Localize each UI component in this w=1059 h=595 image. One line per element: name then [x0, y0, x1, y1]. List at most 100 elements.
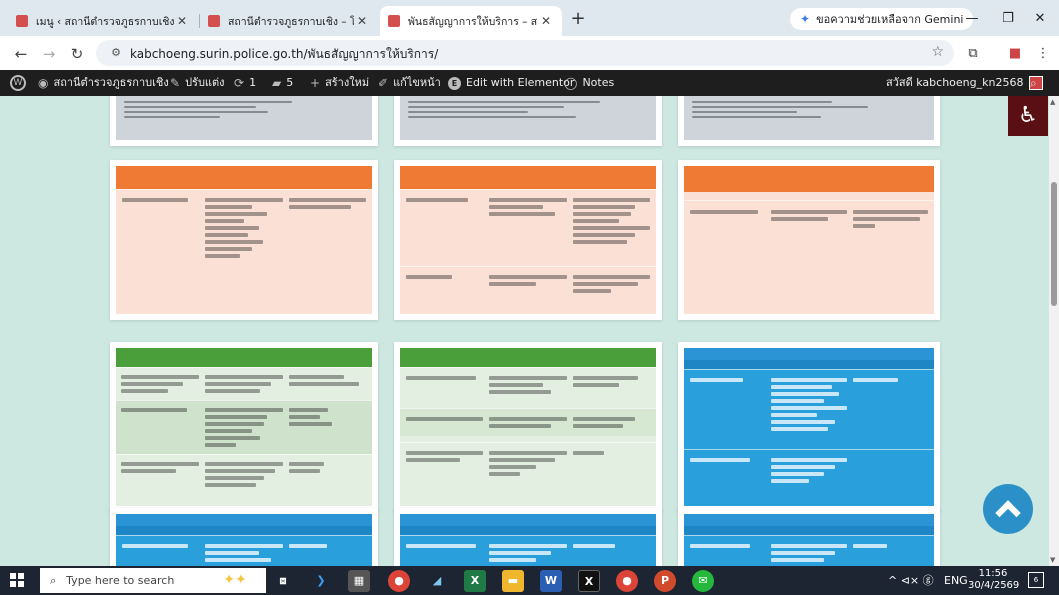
wp-updates[interactable]: ⟳ 1 [234, 70, 256, 96]
browser-tab-2[interactable]: สถานีตำรวจภูธรกาบเชิง – โรงพักเพื่อ ✕ [200, 6, 378, 36]
menu-dots-icon[interactable]: ⋮ [1032, 43, 1054, 65]
site-favicon-icon [16, 15, 28, 27]
accessibility-button[interactable]: ♿ [1008, 96, 1048, 136]
gemini-spark-icon: ✦ [800, 12, 811, 26]
service-table-image [684, 96, 934, 140]
search-icon: ⌕ [50, 573, 57, 587]
forward-arrow-icon[interactable]: → [38, 43, 60, 65]
widgets-sparkle-icon[interactable]: ✦✦ [210, 569, 260, 591]
folder-app-icon[interactable]: ◢ [426, 570, 448, 592]
service-table-card[interactable] [110, 342, 378, 512]
calculator-icon[interactable]: ▦ [348, 570, 370, 592]
service-table-card[interactable] [678, 160, 940, 320]
wp-notes[interactable]: ◯ Notes [564, 70, 614, 96]
gemini-label: ขอความช่วยเหลือจาก Gemini [816, 13, 964, 26]
wordpress-logo-icon: W [10, 75, 26, 91]
minimize-button[interactable]: — [952, 8, 992, 30]
chrome-profile-icon[interactable]: ● [616, 570, 638, 592]
bookmark-star-icon[interactable]: ☆ [931, 44, 944, 60]
wp-comments[interactable]: ▰ 5 [272, 70, 293, 96]
pencil-icon: ✐ [378, 76, 389, 90]
service-table-card[interactable] [394, 96, 662, 146]
notification-center-icon[interactable]: 6 [1028, 572, 1044, 588]
site-name-label: สถานีตำรวจภูธรกาบเชิง [53, 76, 169, 89]
wp-user-account[interactable]: สวัสดี kabchoeng_kn2568 [886, 70, 1044, 96]
dashboard-icon: ◉ [38, 76, 49, 90]
vscode-icon[interactable]: ❯ [310, 570, 332, 592]
service-table-image [684, 348, 934, 506]
wp-search-icon[interactable]: ⌕ [1030, 70, 1042, 96]
new-tab-button[interactable]: + [566, 9, 590, 31]
windows-start-icon[interactable] [10, 573, 24, 587]
comments-count: 5 [286, 76, 294, 89]
notes-bubble-icon: ◯ [564, 76, 578, 90]
x-app-icon[interactable]: X [578, 570, 600, 592]
service-table-card[interactable] [394, 342, 662, 512]
service-table-card[interactable] [678, 508, 940, 566]
notification-count: 6 [1033, 576, 1039, 584]
clock-date: 30/4/2569 [968, 580, 1020, 591]
comment-icon: ▰ [272, 76, 282, 90]
service-table-card[interactable] [110, 96, 378, 146]
new-label: สร้างใหม่ [325, 76, 370, 89]
word-icon[interactable]: W [540, 570, 562, 592]
service-table-image [400, 348, 656, 506]
service-table-image [116, 348, 372, 506]
reading-mode-icon[interactable]: ⧉ [962, 43, 984, 65]
task-view-icon[interactable]: ⧈ [272, 570, 294, 592]
taskbar-clock[interactable]: 11:56 30/4/2569 [968, 568, 1020, 592]
page-content [0, 96, 1049, 566]
reload-icon[interactable]: ↻ [66, 43, 88, 65]
wp-customize[interactable]: ✎ ปรับแต่ง [170, 70, 225, 96]
service-table-card[interactable] [110, 160, 378, 320]
profile-icon[interactable]: ■ [1004, 43, 1026, 65]
browser-tab-1[interactable]: เมนู ‹ สถานีตำรวจภูธรกาบเชิง — W ✕ [8, 6, 198, 36]
wp-logo-menu[interactable]: W [10, 70, 30, 96]
plus-icon: + [310, 76, 321, 90]
wp-edit-elementor[interactable]: E Edit with Elementor [448, 70, 574, 96]
close-tab-icon[interactable]: ✕ [174, 14, 190, 28]
gemini-button[interactable]: ✦ ขอความช่วยเหลือจาก Gemini [790, 8, 974, 30]
tab-title: สถานีตำรวจภูธรกาบเชิง – โรงพักเพื่อ [228, 15, 354, 28]
service-table-image [116, 96, 372, 140]
site-info-icon[interactable]: ⚙ [108, 45, 124, 61]
url-text[interactable]: kabchoeng.surin.police.go.th/พันธสัญญากา… [130, 45, 438, 64]
updates-count: 1 [249, 76, 257, 89]
back-arrow-icon[interactable]: ← [10, 43, 32, 65]
powerpoint-icon[interactable]: P [654, 570, 676, 592]
scroll-down-arrow-icon[interactable]: ▼ [1050, 556, 1055, 564]
edit-page-label: แก้ไขหน้า [393, 76, 441, 89]
system-tray-icons[interactable]: ^ ⊲× ⓖ [888, 566, 934, 595]
browser-tab-active[interactable]: พันธสัญญาการให้บริการ – สถานีตำรว ✕ [380, 6, 562, 36]
close-tab-icon[interactable]: ✕ [354, 14, 370, 28]
service-table-image [400, 96, 656, 140]
line-icon[interactable]: ✉ [692, 570, 714, 592]
service-table-card[interactable] [394, 160, 662, 320]
user-greeting: สวัสดี kabchoeng_kn2568 [886, 76, 1024, 89]
service-table-card[interactable] [678, 96, 940, 146]
file-explorer-icon[interactable]: ▬ [502, 570, 524, 592]
scroll-up-arrow-icon[interactable]: ▲ [1050, 98, 1055, 106]
wp-new-content[interactable]: + สร้างใหม่ [310, 70, 369, 96]
service-table-image [684, 166, 934, 314]
service-table-image [400, 166, 656, 314]
close-tab-icon[interactable]: ✕ [538, 14, 554, 28]
back-to-top-button[interactable] [983, 484, 1033, 534]
chrome-icon[interactable]: ● [388, 570, 410, 592]
wp-site-name[interactable]: ◉ สถานีตำรวจภูธรกาบเชิง [38, 70, 169, 96]
wp-edit-page[interactable]: ✐ แก้ไขหน้า [378, 70, 441, 96]
chevron-up-icon [995, 500, 1021, 526]
language-indicator[interactable]: ENG [944, 566, 968, 595]
excel-icon[interactable]: X [464, 570, 486, 592]
address-bar[interactable]: ⚙ kabchoeng.surin.police.go.th/พันธสัญญา… [96, 40, 954, 66]
page-scrollbar[interactable]: ▲ ▼ [1049, 96, 1059, 566]
scrollbar-thumb[interactable] [1051, 182, 1057, 306]
site-favicon-icon [388, 15, 400, 27]
close-window-button[interactable]: ✕ [1020, 8, 1059, 30]
service-table-card[interactable] [678, 342, 940, 512]
wp-admin-bar: W ◉ สถานีตำรวจภูธรกาบเชิง ✎ ปรับแต่ง ⟳ 1… [0, 70, 1059, 96]
service-table-card[interactable] [394, 508, 662, 566]
service-table-image [400, 514, 656, 566]
service-table-card[interactable] [110, 508, 378, 566]
site-favicon-icon [208, 15, 220, 27]
